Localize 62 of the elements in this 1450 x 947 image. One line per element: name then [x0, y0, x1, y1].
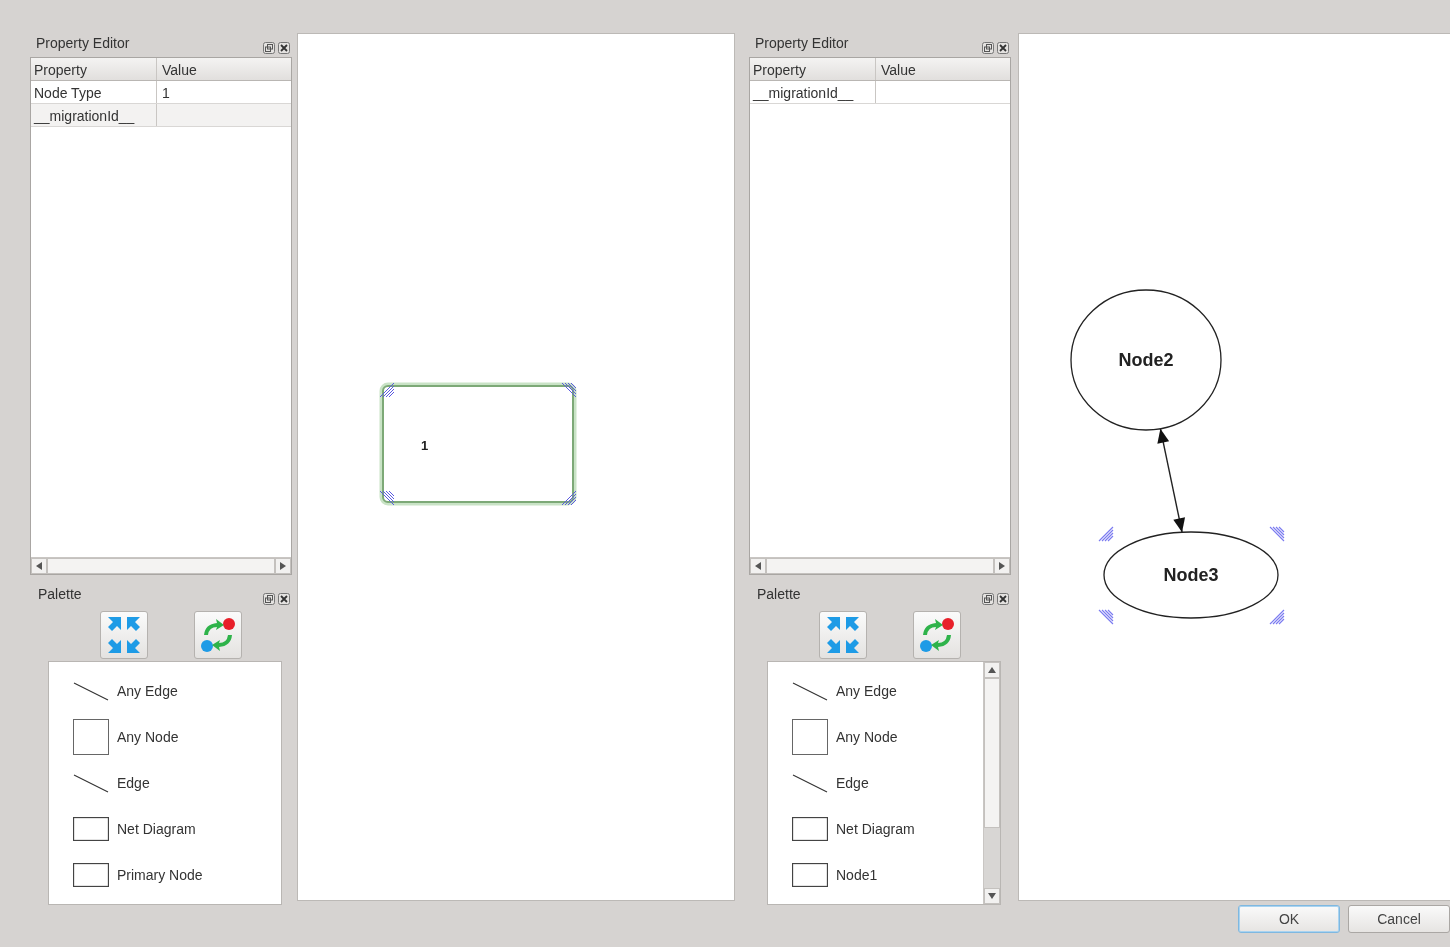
float-icon[interactable] — [263, 593, 275, 605]
scroll-right-button[interactable] — [994, 558, 1010, 574]
down-arrow-icon — [988, 893, 996, 899]
square-icon — [792, 719, 828, 755]
property-value[interactable]: 1 — [157, 81, 291, 103]
line-icon — [73, 680, 109, 702]
scroll-left-button[interactable] — [750, 558, 766, 574]
scroll-down-button[interactable] — [984, 888, 1000, 904]
diagram-canvas[interactable]: 1 — [297, 33, 735, 901]
close-icon[interactable] — [278, 42, 290, 54]
palette-item[interactable]: Primary Node — [73, 852, 281, 898]
property-name: Node Type — [31, 81, 157, 103]
dialog-button[interactable]: OK — [1238, 905, 1340, 933]
left-arrow-icon — [36, 562, 42, 570]
scrollbar-thumb[interactable] — [984, 678, 1000, 828]
panel-title: Property Editor — [36, 34, 130, 53]
palette-item[interactable]: Edge — [73, 760, 281, 806]
property-name: __migrationId__ — [31, 104, 157, 126]
float-icon[interactable] — [982, 593, 994, 605]
palette-item[interactable]: Net Diagram — [73, 806, 281, 852]
column-header[interactable]: Property — [750, 58, 876, 80]
collapse-button[interactable] — [819, 611, 867, 659]
panel-title: Property Editor — [755, 34, 849, 53]
column-header[interactable]: Value — [157, 58, 291, 80]
close-icon[interactable] — [997, 42, 1009, 54]
palette-item[interactable]: Any Node — [792, 714, 983, 760]
column-header[interactable]: Value — [876, 58, 1010, 80]
sync-button[interactable] — [194, 611, 242, 659]
panel-title: Palette — [757, 585, 801, 604]
up-arrow-icon — [988, 667, 996, 673]
sync-icon — [917, 615, 957, 655]
float-icon[interactable] — [263, 42, 275, 54]
property-name: __migrationId__ — [750, 81, 876, 103]
line-icon — [792, 680, 828, 702]
palette-item[interactable]: Node1 — [792, 852, 983, 898]
float-icon[interactable] — [982, 42, 994, 54]
collapse-button[interactable] — [100, 611, 148, 659]
close-icon[interactable] — [997, 593, 1009, 605]
right-arrow-icon — [280, 562, 286, 570]
palette-item[interactable]: Any Edge — [73, 668, 281, 714]
close-icon[interactable] — [278, 593, 290, 605]
line-icon — [792, 772, 828, 794]
palette-item[interactable]: Edge — [792, 760, 983, 806]
connector-arrow[interactable] — [1157, 428, 1186, 533]
sync-icon — [198, 615, 238, 655]
palette-item[interactable]: Any Edge — [792, 668, 983, 714]
diagram-node[interactable]: 1 — [379, 382, 577, 506]
scroll-up-button[interactable] — [984, 662, 1000, 678]
line-icon — [73, 772, 109, 794]
diagram-canvas[interactable]: Node2 Node3 — [1018, 33, 1450, 901]
diagram-node[interactable]: Node2 — [1070, 289, 1222, 431]
dialog-button[interactable]: Cancel — [1348, 905, 1450, 933]
left-arrow-icon — [755, 562, 761, 570]
sync-button[interactable] — [913, 611, 961, 659]
panel-title: Palette — [38, 585, 82, 604]
scroll-right-button[interactable] — [275, 558, 291, 574]
square-icon — [73, 719, 109, 755]
right-arrow-icon — [999, 562, 1005, 570]
palette-item[interactable]: Net Diagram — [792, 806, 983, 852]
scroll-left-button[interactable] — [31, 558, 47, 574]
palette-item[interactable]: Any Node — [73, 714, 281, 760]
column-header[interactable]: Property — [31, 58, 157, 80]
